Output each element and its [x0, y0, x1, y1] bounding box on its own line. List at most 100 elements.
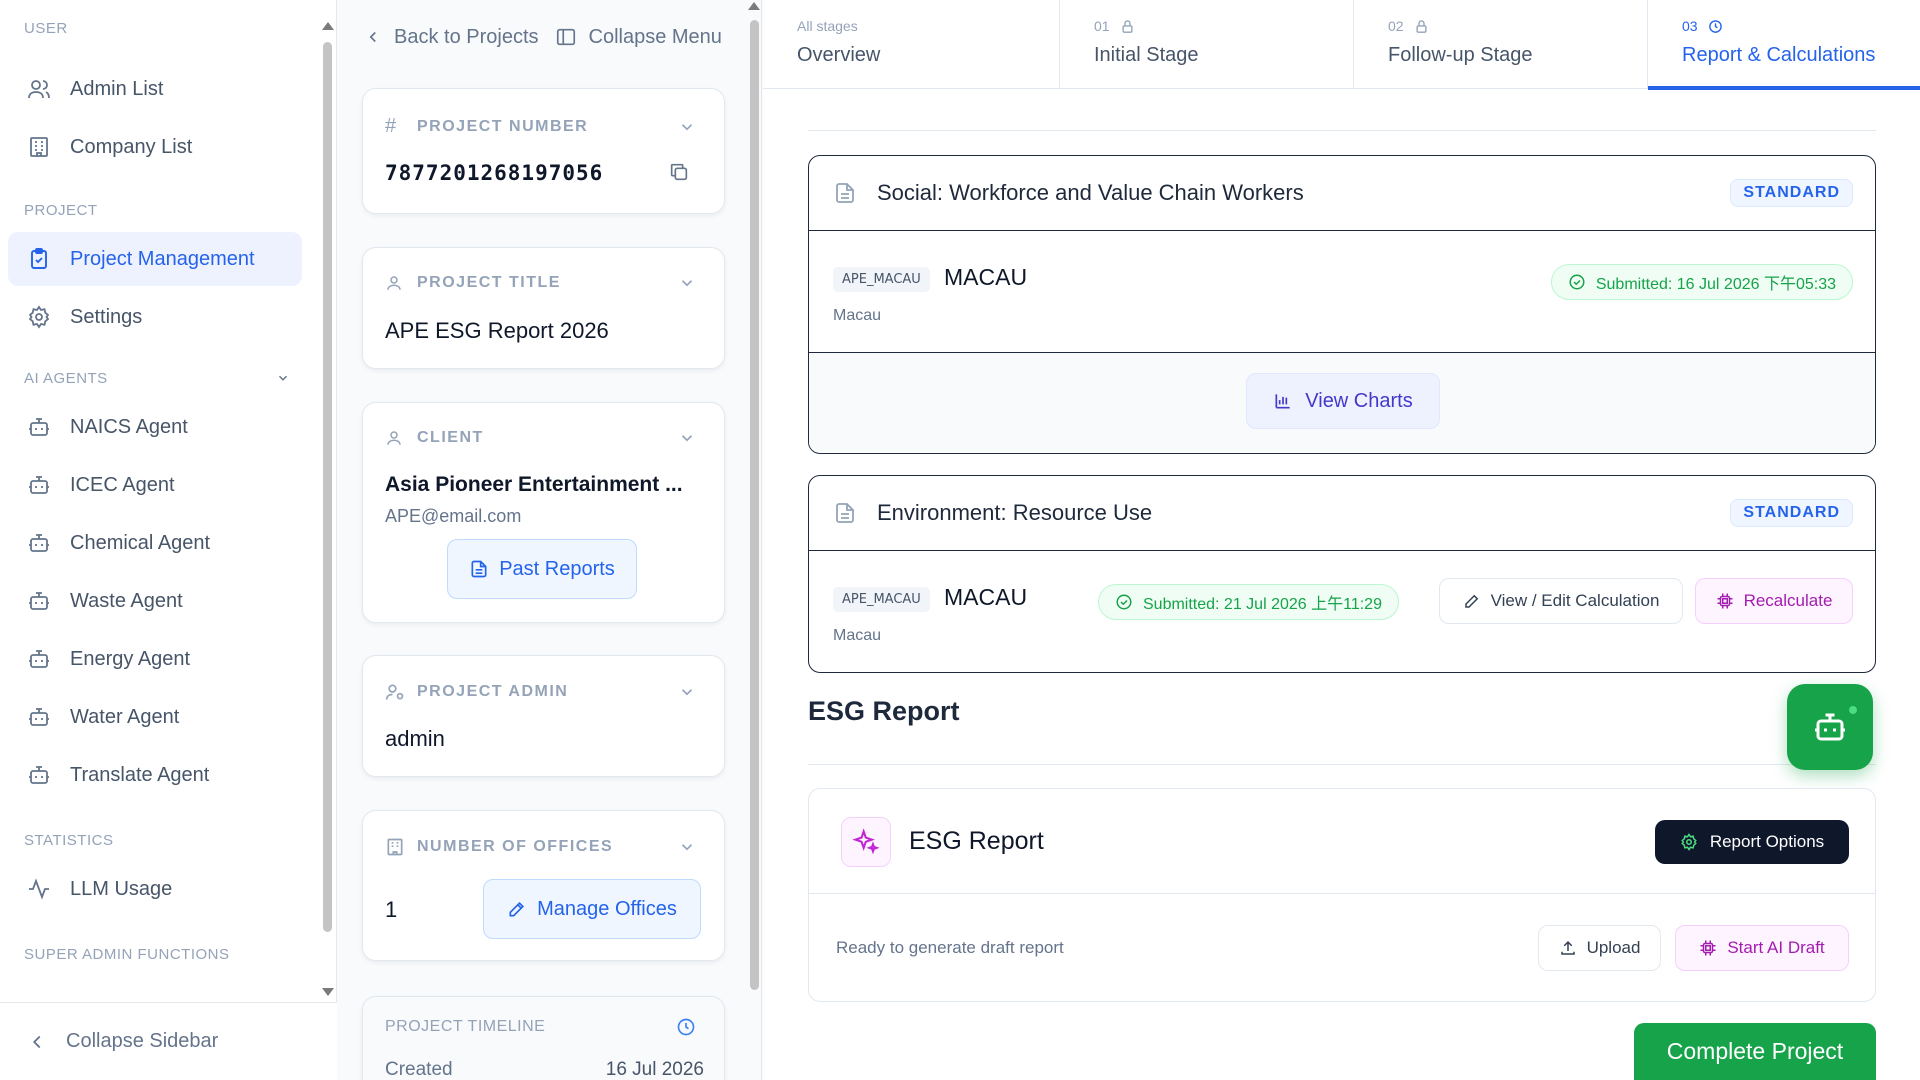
- recalculate-button[interactable]: Recalculate: [1695, 578, 1853, 624]
- sidebar-item-company-list[interactable]: Company List: [8, 120, 302, 174]
- disclosure-card-environment: Environment: Resource Use STANDARD APE_M…: [808, 475, 1876, 673]
- sidebar-section-ai-agents[interactable]: AI AGENTS: [0, 364, 320, 392]
- sidebar-item-chemical-agent[interactable]: Chemical Agent: [8, 516, 302, 570]
- esg-report-heading: ESG Report: [808, 696, 960, 726]
- sidebar-item-label: Company List: [70, 135, 193, 158]
- upload-button[interactable]: Upload: [1538, 925, 1661, 971]
- collapse-menu-label: Collapse Menu: [588, 25, 722, 48]
- tab-step: 02: [1388, 18, 1647, 34]
- sidebar-item-label: Chemical Agent: [70, 531, 211, 554]
- sidebar: USER Admin List Company List PROJECT Pro…: [0, 0, 337, 1080]
- gear-icon: [1681, 833, 1697, 851]
- sidebar-item-settings[interactable]: Settings: [8, 290, 302, 344]
- tab-label: Report & Calculations: [1682, 44, 1876, 66]
- sidebar-item-label: NAICS Agent: [70, 415, 188, 438]
- activity-icon: [25, 875, 53, 903]
- charts-row: View Charts: [809, 352, 1875, 452]
- section-label: AI AGENTS: [24, 369, 108, 387]
- panel-scrollbar[interactable]: [746, 0, 762, 1000]
- view-edit-calculation-button[interactable]: View / Edit Calculation: [1439, 578, 1683, 624]
- collapse-sidebar-button[interactable]: Collapse Sidebar: [0, 1002, 337, 1080]
- ai-assistant-button[interactable]: [1787, 684, 1873, 770]
- sidebar-item-water-agent[interactable]: Water Agent: [8, 690, 302, 744]
- report-options-label: Report Options: [1709, 832, 1825, 851]
- scroll-down-arrow[interactable]: [322, 988, 334, 996]
- pencil-icon: [509, 901, 525, 917]
- office-name: MACAU: [944, 584, 1028, 610]
- building-icon: [385, 837, 405, 857]
- disclosure-card-social: Social: Workforce and Value Chain Worker…: [808, 155, 1876, 454]
- tab-step: 01: [1094, 18, 1353, 34]
- card-label: PROJECT NUMBER: [417, 117, 589, 135]
- copy-icon[interactable]: [668, 161, 690, 183]
- disclosure-title: Social: Workforce and Value Chain Worker…: [877, 180, 1304, 205]
- tab-step-number: 03: [1682, 18, 1698, 34]
- tab-initial-stage[interactable]: 01 Initial Stage: [1060, 0, 1354, 89]
- divider: [808, 130, 1876, 131]
- collapse-menu-button[interactable]: Collapse Menu: [555, 26, 722, 49]
- main-content: All stages Overview 01 Initial Stage 02 …: [763, 0, 1920, 1080]
- submitted-status-badge: Submitted: 21 Jul 2026 上午11:29: [1098, 584, 1399, 620]
- lock-icon: [1122, 19, 1133, 33]
- status-text: Submitted: 16 Jul 2026 下午05:33: [1595, 276, 1836, 293]
- esg-card-title: ESG Report: [909, 827, 1044, 855]
- divider: [808, 764, 1876, 765]
- card-header[interactable]: NUMBER OF OFFICES: [385, 837, 696, 857]
- disclosure-header: Environment: Resource Use STANDARD: [809, 476, 1875, 551]
- sidebar-item-label: LLM Usage: [70, 877, 173, 900]
- sidebar-item-energy-agent[interactable]: Energy Agent: [8, 632, 302, 686]
- office-location: Macau: [833, 307, 882, 324]
- tab-step: 03: [1682, 18, 1920, 34]
- scrollbar-thumb[interactable]: [750, 20, 759, 990]
- sidebar-item-icec-agent[interactable]: ICEC Agent: [8, 458, 302, 512]
- sidebar-item-translate-agent[interactable]: Translate Agent: [8, 748, 302, 802]
- sparkles-icon: [841, 817, 891, 867]
- chevron-left-icon: [26, 1031, 52, 1053]
- back-to-projects-link[interactable]: Back to Projects: [364, 26, 539, 49]
- card-header[interactable]: PROJECT ADMIN: [385, 682, 696, 702]
- scrollbar-thumb[interactable]: [323, 42, 332, 932]
- tab-label: Initial Stage: [1094, 44, 1199, 66]
- section-label: STATISTICS: [24, 831, 114, 849]
- view-charts-label: View Charts: [1305, 389, 1413, 412]
- cpu-icon: [1700, 940, 1716, 956]
- complete-project-button[interactable]: Complete Project: [1634, 1023, 1876, 1080]
- bot-icon: [25, 645, 53, 673]
- timeline-card: PROJECT TIMELINE Created 16 Jul 2026: [362, 996, 725, 1080]
- chevron-left-icon: [369, 31, 376, 43]
- client-email: APE@email.com: [385, 506, 522, 526]
- bot-icon: [25, 587, 53, 615]
- card-header[interactable]: # PROJECT NUMBER: [385, 115, 696, 138]
- report-options-button[interactable]: Report Options: [1655, 820, 1849, 864]
- card-header[interactable]: PROJECT TITLE: [385, 274, 696, 292]
- chevron-down-icon: [681, 844, 693, 851]
- manage-offices-button[interactable]: Manage Offices: [483, 879, 701, 939]
- start-ai-draft-label: Start AI Draft: [1727, 938, 1825, 957]
- start-ai-draft-button[interactable]: Start AI Draft: [1675, 925, 1849, 971]
- chevron-down-icon: [681, 280, 693, 287]
- cpu-icon: [1717, 593, 1733, 609]
- tab-follow-up-stage[interactable]: 02 Follow-up Stage: [1354, 0, 1648, 89]
- sidebar-item-waste-agent[interactable]: Waste Agent: [8, 574, 302, 628]
- past-reports-button[interactable]: Past Reports: [447, 539, 637, 599]
- sidebar-item-project-management[interactable]: Project Management: [8, 232, 302, 286]
- project-title-card: PROJECT TITLE APE ESG Report 2026: [362, 247, 725, 369]
- tab-overview[interactable]: All stages Overview: [763, 0, 1060, 89]
- scroll-up-arrow[interactable]: [322, 22, 334, 30]
- scroll-up-arrow[interactable]: [748, 2, 760, 10]
- card-header[interactable]: CLIENT: [385, 429, 696, 447]
- tab-report-calculations[interactable]: 03 Report & Calculations: [1648, 0, 1920, 90]
- sidebar-item-llm-usage[interactable]: LLM Usage: [8, 862, 302, 916]
- upload-label: Upload: [1586, 938, 1641, 957]
- sidebar-scroll-area: USER Admin List Company List PROJECT Pro…: [0, 0, 320, 1000]
- manage-offices-label: Manage Offices: [537, 897, 677, 920]
- view-charts-button[interactable]: View Charts: [1246, 373, 1440, 429]
- project-number-card: # PROJECT NUMBER 7877201268197056: [362, 88, 725, 214]
- esg-status-text: Ready to generate draft report: [836, 938, 1064, 957]
- panel-left-icon: [556, 28, 575, 46]
- sidebar-item-admin-list[interactable]: Admin List: [8, 62, 302, 116]
- sidebar-scrollbar[interactable]: [320, 20, 334, 1000]
- sidebar-item-naics-agent[interactable]: NAICS Agent: [8, 400, 302, 454]
- upload-icon: [1560, 940, 1575, 955]
- clock-icon: [677, 1018, 695, 1036]
